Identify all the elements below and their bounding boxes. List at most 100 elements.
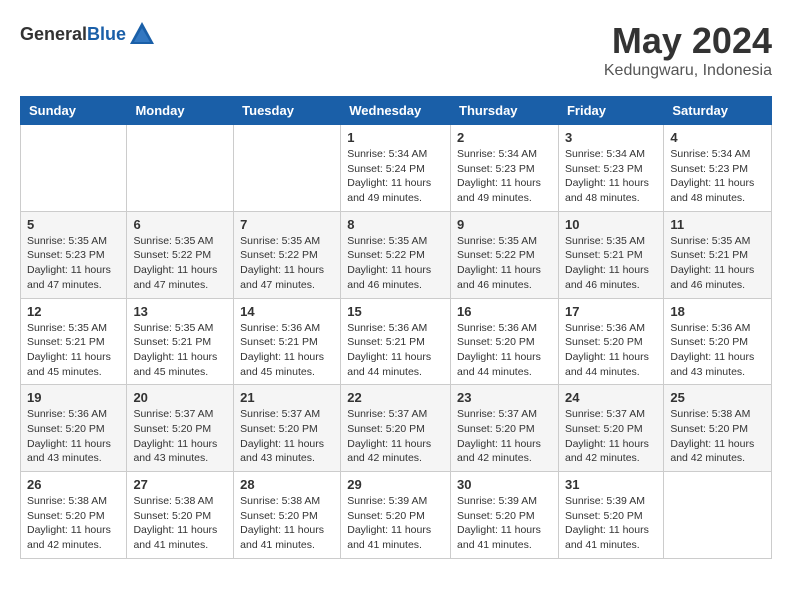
weekday-header-sunday: Sunday [21, 97, 127, 125]
calendar-cell: 30Sunrise: 5:39 AM Sunset: 5:20 PM Dayli… [451, 472, 559, 559]
day-number: 9 [457, 217, 552, 232]
day-number: 13 [133, 304, 227, 319]
day-info: Sunrise: 5:36 AM Sunset: 5:20 PM Dayligh… [27, 407, 120, 466]
day-info: Sunrise: 5:35 AM Sunset: 5:21 PM Dayligh… [670, 234, 765, 293]
day-number: 27 [133, 477, 227, 492]
day-info: Sunrise: 5:38 AM Sunset: 5:20 PM Dayligh… [133, 494, 227, 553]
day-number: 3 [565, 130, 657, 145]
calendar-cell: 3 Sunrise: 5:34 AM Sunset: 5:23 PM Daylig… [558, 125, 663, 212]
day-number: 15 [347, 304, 444, 319]
day-info: Sunrise: 5:35 AM Sunset: 5:21 PM Dayligh… [133, 321, 227, 380]
day-number: 29 [347, 477, 444, 492]
calendar-cell: 26 Sunrise: 5:38 AM Sunset: 5:20 PM Dayli… [21, 472, 127, 559]
calendar-cell: 17Sunrise: 5:36 AM Sunset: 5:20 PM Dayli… [558, 298, 663, 385]
day-info: Sunrise: 5:34 AM Sunset: 5:23 PM Dayligh… [565, 147, 657, 206]
day-info: Sunrise: 5:37 AM Sunset: 5:20 PM Dayligh… [565, 407, 657, 466]
weekday-row: SundayMondayTuesdayWednesdayThursdayFrid… [21, 97, 772, 125]
day-info: Sunrise: 5:36 AM Sunset: 5:20 PM Dayligh… [457, 321, 552, 380]
day-number: 17 [565, 304, 657, 319]
calendar-table: SundayMondayTuesdayWednesdayThursdayFrid… [20, 96, 772, 559]
day-number: 28 [240, 477, 334, 492]
day-number: 24 [565, 390, 657, 405]
day-info: Sunrise: 5:35 AM Sunset: 5:22 PM Dayligh… [133, 234, 227, 293]
calendar-cell: 6 Sunrise: 5:35 AM Sunset: 5:22 PM Daylig… [127, 211, 234, 298]
calendar-cell: 21Sunrise: 5:37 AM Sunset: 5:20 PM Dayli… [234, 385, 341, 472]
calendar-cell [21, 125, 127, 212]
calendar-cell: 11 Sunrise: 5:35 AM Sunset: 5:21 PM Dayli… [664, 211, 772, 298]
day-info: Sunrise: 5:37 AM Sunset: 5:20 PM Dayligh… [347, 407, 444, 466]
subtitle: Kedungwaru, Indonesia [604, 62, 772, 80]
title-area: May 2024 Kedungwaru, Indonesia [604, 20, 772, 80]
calendar-week-4: 19 Sunrise: 5:36 AM Sunset: 5:20 PM Dayli… [21, 385, 772, 472]
day-number: 11 [670, 217, 765, 232]
page-header: GeneralBlue May 2024 Kedungwaru, Indones… [20, 20, 772, 80]
day-info: Sunrise: 5:39 AM Sunset: 5:20 PM Dayligh… [565, 494, 657, 553]
calendar-cell: 12 Sunrise: 5:35 AM Sunset: 5:21 PM Dayli… [21, 298, 127, 385]
calendar-cell [127, 125, 234, 212]
day-info: Sunrise: 5:39 AM Sunset: 5:20 PM Dayligh… [347, 494, 444, 553]
calendar-cell: 5 Sunrise: 5:35 AM Sunset: 5:23 PM Daylig… [21, 211, 127, 298]
day-number: 12 [27, 304, 120, 319]
day-info: Sunrise: 5:36 AM Sunset: 5:21 PM Dayligh… [347, 321, 444, 380]
calendar-cell: 7Sunrise: 5:35 AM Sunset: 5:22 PM Daylig… [234, 211, 341, 298]
day-info: Sunrise: 5:39 AM Sunset: 5:20 PM Dayligh… [457, 494, 552, 553]
calendar-cell: 14Sunrise: 5:36 AM Sunset: 5:21 PM Dayli… [234, 298, 341, 385]
day-info: Sunrise: 5:35 AM Sunset: 5:22 PM Dayligh… [457, 234, 552, 293]
calendar-cell: 28 Sunrise: 5:38 AM Sunset: 5:20 PM Dayli… [234, 472, 341, 559]
day-info: Sunrise: 5:35 AM Sunset: 5:23 PM Dayligh… [27, 234, 120, 293]
logo-icon [128, 20, 156, 48]
calendar-week-2: 5 Sunrise: 5:35 AM Sunset: 5:23 PM Daylig… [21, 211, 772, 298]
logo-blue: Blue [87, 24, 126, 44]
day-number: 18 [670, 304, 765, 319]
day-info: Sunrise: 5:38 AM Sunset: 5:20 PM Dayligh… [240, 494, 334, 553]
weekday-header-saturday: Saturday [664, 97, 772, 125]
day-info: Sunrise: 5:37 AM Sunset: 5:20 PM Dayligh… [240, 407, 334, 466]
day-number: 1 [347, 130, 444, 145]
calendar-week-1: 1Sunrise: 5:34 AM Sunset: 5:24 PM Daylig… [21, 125, 772, 212]
day-number: 19 [27, 390, 120, 405]
calendar-cell: 9 Sunrise: 5:35 AM Sunset: 5:22 PM Daylig… [451, 211, 559, 298]
day-info: Sunrise: 5:36 AM Sunset: 5:21 PM Dayligh… [240, 321, 334, 380]
day-number: 23 [457, 390, 552, 405]
calendar-cell: 24 Sunrise: 5:37 AM Sunset: 5:20 PM Dayli… [558, 385, 663, 472]
calendar-cell: 23 Sunrise: 5:37 AM Sunset: 5:20 PM Dayli… [451, 385, 559, 472]
day-number: 10 [565, 217, 657, 232]
day-number: 22 [347, 390, 444, 405]
day-info: Sunrise: 5:38 AM Sunset: 5:20 PM Dayligh… [670, 407, 765, 466]
day-info: Sunrise: 5:37 AM Sunset: 5:20 PM Dayligh… [457, 407, 552, 466]
calendar-cell: 8 Sunrise: 5:35 AM Sunset: 5:22 PM Daylig… [341, 211, 451, 298]
day-number: 5 [27, 217, 120, 232]
day-number: 6 [133, 217, 227, 232]
weekday-header-thursday: Thursday [451, 97, 559, 125]
calendar-cell: 15 Sunrise: 5:36 AM Sunset: 5:21 PM Dayli… [341, 298, 451, 385]
weekday-header-monday: Monday [127, 97, 234, 125]
weekday-header-tuesday: Tuesday [234, 97, 341, 125]
calendar-header: SundayMondayTuesdayWednesdayThursdayFrid… [21, 97, 772, 125]
day-info: Sunrise: 5:34 AM Sunset: 5:23 PM Dayligh… [670, 147, 765, 206]
day-number: 25 [670, 390, 765, 405]
calendar-cell: 16Sunrise: 5:36 AM Sunset: 5:20 PM Dayli… [451, 298, 559, 385]
calendar-cell: 1Sunrise: 5:34 AM Sunset: 5:24 PM Daylig… [341, 125, 451, 212]
calendar-cell: 18 Sunrise: 5:36 AM Sunset: 5:20 PM Dayli… [664, 298, 772, 385]
day-number: 8 [347, 217, 444, 232]
day-info: Sunrise: 5:37 AM Sunset: 5:20 PM Dayligh… [133, 407, 227, 466]
day-number: 2 [457, 130, 552, 145]
calendar-cell: 2Sunrise: 5:34 AM Sunset: 5:23 PM Daylig… [451, 125, 559, 212]
day-number: 4 [670, 130, 765, 145]
day-info: Sunrise: 5:36 AM Sunset: 5:20 PM Dayligh… [670, 321, 765, 380]
calendar-cell [664, 472, 772, 559]
calendar-cell [234, 125, 341, 212]
calendar-cell: 20 Sunrise: 5:37 AM Sunset: 5:20 PM Dayli… [127, 385, 234, 472]
day-number: 31 [565, 477, 657, 492]
day-info: Sunrise: 5:35 AM Sunset: 5:21 PM Dayligh… [27, 321, 120, 380]
calendar-cell: 25 Sunrise: 5:38 AM Sunset: 5:20 PM Dayli… [664, 385, 772, 472]
calendar-cell: 19 Sunrise: 5:36 AM Sunset: 5:20 PM Dayli… [21, 385, 127, 472]
calendar-cell: 31 Sunrise: 5:39 AM Sunset: 5:20 PM Dayli… [558, 472, 663, 559]
calendar-week-5: 26 Sunrise: 5:38 AM Sunset: 5:20 PM Dayli… [21, 472, 772, 559]
calendar-body: 1Sunrise: 5:34 AM Sunset: 5:24 PM Daylig… [21, 125, 772, 559]
day-info: Sunrise: 5:35 AM Sunset: 5:22 PM Dayligh… [347, 234, 444, 293]
calendar-cell: 29 Sunrise: 5:39 AM Sunset: 5:20 PM Dayli… [341, 472, 451, 559]
day-number: 20 [133, 390, 227, 405]
day-info: Sunrise: 5:38 AM Sunset: 5:20 PM Dayligh… [27, 494, 120, 553]
day-number: 26 [27, 477, 120, 492]
